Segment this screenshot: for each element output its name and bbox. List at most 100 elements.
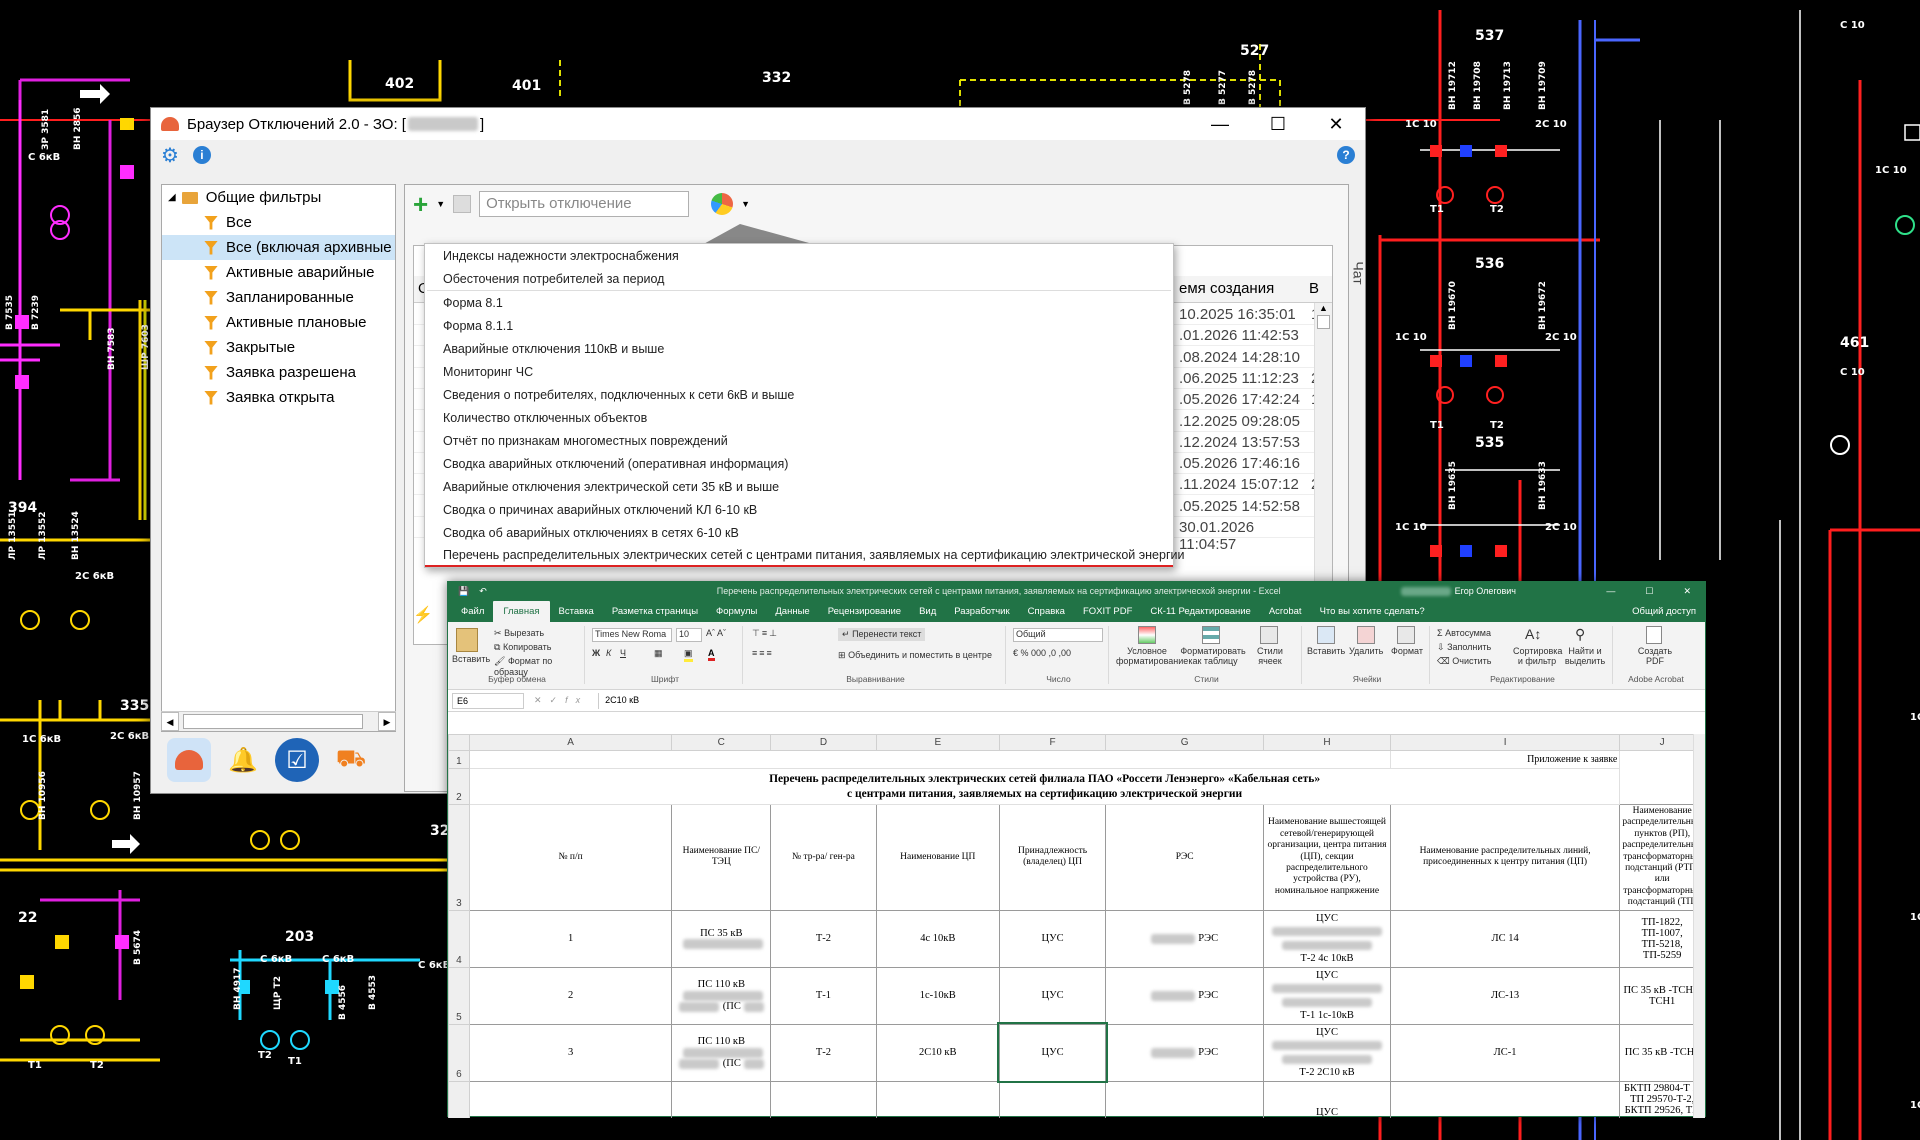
row-index-cell[interactable]: 2 bbox=[468, 966, 673, 1025]
cell-styles-button[interactable]: Стили ячеек bbox=[1248, 646, 1292, 666]
table-header-cell[interactable]: № тр-ра/ ген-ра bbox=[770, 804, 877, 911]
ribbon-tab[interactable]: Рецензирование bbox=[819, 606, 910, 622]
transformer-cell[interactable]: Т-1 bbox=[770, 966, 877, 1025]
column-header[interactable]: A bbox=[468, 734, 673, 751]
merge-center-button[interactable]: ⊞ Объединить и поместить в центре bbox=[838, 650, 992, 661]
underline-button[interactable]: Ч bbox=[620, 648, 626, 658]
row-number[interactable]: 1 bbox=[448, 750, 470, 769]
table-header-cell[interactable]: Наименование распределительных пунктов (… bbox=[1619, 804, 1705, 911]
substation-cell[interactable]: ПС 110 кВ (ПС bbox=[671, 1023, 772, 1082]
formula-input[interactable]: 2С10 кВ bbox=[598, 692, 1705, 709]
line-cell[interactable]: ЛС 14 bbox=[1389, 909, 1621, 968]
reports-chart-icon[interactable] bbox=[711, 193, 734, 215]
substation-cell[interactable]: ПС 110 кВ (ПС bbox=[671, 966, 772, 1025]
tp-list-cell[interactable]: ПС 35 кВ -ТСН3 bbox=[1619, 1023, 1705, 1082]
report-menu-item[interactable]: Сводка о причинах аварийных отключений К… bbox=[425, 498, 1173, 521]
feeder-center-cell[interactable]: 2С10 кВ bbox=[875, 1023, 1000, 1082]
format-as-table-button[interactable]: Форматировать как таблицу bbox=[1180, 646, 1246, 666]
report-menu-item[interactable]: Форма 8.1 bbox=[425, 291, 1173, 314]
feeder-center-cell[interactable]: 4с 10кВ bbox=[875, 909, 1000, 968]
paste-button[interactable]: Вставить bbox=[452, 654, 490, 664]
add-plus-icon[interactable]: + bbox=[413, 189, 428, 220]
ribbon-tab[interactable]: Вставка bbox=[550, 606, 603, 622]
table-header-cell[interactable]: Наименование распределительных линий, пр… bbox=[1389, 804, 1621, 911]
vertical-align-icons[interactable]: ⊤≡⊥ bbox=[752, 628, 779, 639]
excel-maximize-button[interactable]: ☐ bbox=[1645, 586, 1653, 597]
excel-minimize-button[interactable]: — bbox=[1606, 586, 1615, 597]
row-number[interactable]: 6 bbox=[448, 1023, 470, 1082]
report-menu-item[interactable]: Мониторинг ЧС bbox=[425, 360, 1173, 383]
tree-filter-item[interactable]: Закрытые bbox=[162, 335, 395, 360]
font-size-select[interactable]: 10 bbox=[676, 628, 702, 642]
conditional-format-button[interactable]: Условное форматирование bbox=[1116, 646, 1188, 666]
report-menu-item[interactable]: Аварийные отключения электрической сети … bbox=[425, 475, 1173, 498]
excel-close-button[interactable]: ✕ bbox=[1683, 586, 1691, 597]
autosum-button[interactable]: Σ Автосумма bbox=[1437, 628, 1491, 638]
excel-undo-icon[interactable]: ↶ bbox=[479, 586, 487, 597]
report-heading-cell[interactable]: Перечень распределительных электрических… bbox=[468, 768, 1621, 805]
line-cell[interactable]: ЛС-13 bbox=[1389, 966, 1621, 1025]
grid-scroll-thumb[interactable] bbox=[1317, 315, 1330, 329]
clear-button[interactable]: ⌫ Очистить bbox=[1437, 656, 1491, 667]
maximize-button[interactable]: ☐ bbox=[1249, 108, 1307, 140]
ribbon-tab[interactable]: Acrobat bbox=[1260, 606, 1311, 622]
appendix-cell[interactable]: Приложение к заявке bbox=[1389, 750, 1621, 769]
line-cell[interactable]: ЛС-5 bbox=[1389, 1080, 1621, 1118]
minimize-button[interactable]: — bbox=[1191, 108, 1249, 140]
ribbon-tab[interactable]: Данные bbox=[766, 606, 818, 622]
tree-root[interactable]: ◢ Общие фильтры bbox=[162, 185, 395, 210]
ribbon-tab[interactable]: Формулы bbox=[707, 606, 766, 622]
ribbon-tab[interactable]: Общий доступ bbox=[1623, 606, 1705, 622]
delete-cells-button[interactable]: Удалить bbox=[1349, 646, 1383, 656]
italic-button[interactable]: К bbox=[606, 648, 611, 658]
ribbon-tab[interactable]: Вид bbox=[910, 606, 945, 622]
tree-horizontal-scrollbar[interactable]: ◀ ▶ bbox=[161, 711, 396, 731]
row-number[interactable]: 2 bbox=[448, 768, 470, 805]
horizontal-align-icons[interactable]: ≡≡≡ bbox=[752, 648, 774, 658]
table-header-cell[interactable]: РЭС bbox=[1105, 804, 1265, 911]
font-name-select[interactable]: Times New Roma bbox=[592, 628, 672, 642]
report-menu-item[interactable]: Обесточения потребителей за период bbox=[425, 267, 1173, 290]
report-menu-item[interactable]: Количество отключенных объектов bbox=[425, 406, 1173, 429]
tree-filter-item[interactable]: Заявка открыта bbox=[162, 385, 395, 410]
excel-save-icon[interactable]: 💾 bbox=[458, 586, 469, 597]
paste-clipboard-icon[interactable] bbox=[456, 628, 478, 652]
name-box[interactable]: E6 bbox=[452, 692, 524, 709]
checklist-icon[interactable]: ☑ bbox=[275, 738, 319, 782]
tree-filter-item[interactable]: Активные плановые bbox=[162, 310, 395, 335]
tp-list-cell[interactable]: ПС 35 кВ -ТСН4, ТСН1 bbox=[1619, 966, 1705, 1025]
tp-list-cell[interactable]: ТП-1822, ТП-1007, ТП-5218, ТП-5259 bbox=[1619, 909, 1705, 968]
ribbon-tab[interactable]: Разработчик bbox=[945, 606, 1018, 622]
report-menu-item[interactable]: Отчёт по признакам многоместных поврежде… bbox=[425, 429, 1173, 452]
scroll-thumb[interactable] bbox=[183, 714, 363, 729]
fill-color-icon[interactable]: ▣ bbox=[684, 648, 693, 662]
ribbon-tab[interactable]: Разметка страницы bbox=[603, 606, 707, 622]
truck-icon[interactable]: ⛟ bbox=[329, 738, 373, 782]
settings-gear-icon[interactable]: ⚙ bbox=[161, 143, 179, 168]
info-icon[interactable]: i bbox=[192, 146, 211, 164]
font-color-icon[interactable]: A bbox=[708, 648, 715, 661]
report-menu-item[interactable]: Сводка аварийных отключений (оперативная… bbox=[425, 452, 1173, 475]
bold-button[interactable]: Ж bbox=[592, 648, 600, 658]
tree-filter-item[interactable]: Активные аварийные bbox=[162, 260, 395, 285]
ribbon-tab[interactable]: Файл bbox=[452, 606, 493, 622]
owner-cell[interactable]: ЦУС bbox=[998, 1080, 1107, 1118]
transformer-cell[interactable]: Т-2 bbox=[770, 909, 877, 968]
row-number[interactable]: 4 bbox=[448, 909, 470, 968]
upstream-cell[interactable]: ЦУСТ-1 3С-10 кВ bbox=[1263, 1080, 1391, 1118]
report-menu-item[interactable]: Аварийные отключения 110кВ и выше bbox=[425, 337, 1173, 360]
ribbon-tab[interactable]: Главная bbox=[493, 601, 550, 622]
table-header-cell[interactable]: № п/п bbox=[468, 804, 673, 911]
row-index-cell[interactable]: 4 bbox=[468, 1080, 673, 1118]
substation-cell[interactable]: ПС 35 кВ bbox=[671, 909, 772, 968]
find-select-button[interactable]: Найти и выделить bbox=[1561, 646, 1609, 666]
formula-buttons[interactable]: ✕✓fx bbox=[534, 695, 588, 706]
excel-vertical-scrollbar[interactable] bbox=[1693, 734, 1705, 1118]
transformer-cell[interactable]: Т-1 bbox=[770, 1080, 877, 1118]
row-number[interactable]: 5 bbox=[448, 966, 470, 1025]
feeder-center-cell[interactable]: 1с-10кВ bbox=[875, 966, 1000, 1025]
tree-filter-item[interactable]: Запланированные bbox=[162, 285, 395, 310]
bell-icon[interactable]: 🔔 bbox=[221, 738, 265, 782]
column-header[interactable]: C bbox=[671, 734, 772, 751]
column-header[interactable]: D bbox=[770, 734, 877, 751]
